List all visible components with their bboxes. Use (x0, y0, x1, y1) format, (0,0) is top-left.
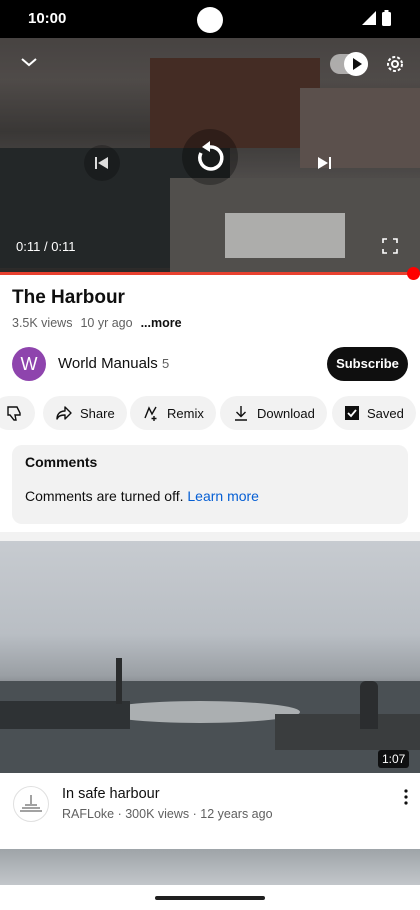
replay-button[interactable] (182, 129, 238, 185)
thumbnail-lighthouse (116, 658, 122, 704)
chevron-down-icon[interactable] (20, 56, 38, 68)
camera-cutout (197, 7, 223, 33)
video-title: The Harbour (12, 287, 125, 308)
remix-icon (144, 406, 157, 421)
recommended-video-title[interactable]: In safe harbour (62, 786, 160, 802)
video-meta[interactable]: 3.5K views 10 yr ago ...more (12, 316, 182, 330)
signal-icon (362, 11, 376, 25)
upload-age: 10 yr ago (80, 316, 133, 330)
saved-playlist-icon (345, 406, 359, 420)
share-label: Share (80, 405, 115, 421)
more-link[interactable]: ...more (141, 316, 182, 330)
more-vert-icon[interactable] (400, 788, 412, 806)
gear-icon[interactable] (384, 53, 406, 75)
comments-title: Comments (25, 454, 98, 470)
channel-avatar[interactable]: W (12, 347, 46, 381)
recommended-video-info[interactable]: In safe harbour RAFLoke · 300K views · 1… (0, 776, 420, 836)
channel-name[interactable]: World Manuals (58, 355, 158, 372)
progress-scrubber[interactable] (407, 267, 420, 280)
remix-label: Remix (167, 405, 204, 421)
gesture-handle[interactable] (155, 896, 265, 900)
thumbnail-pier (275, 714, 420, 750)
recommended-video-meta: RAFLoke · 300K views · 12 years ago (62, 807, 273, 821)
next-video-thumbnail[interactable] (0, 849, 420, 889)
download-label: Download (257, 405, 315, 421)
comments-off-text: Comments are turned off. (25, 488, 184, 504)
download-icon (235, 406, 247, 421)
time-current: 0:11 (16, 239, 41, 254)
thumbnail-pier (0, 701, 130, 729)
share-icon (56, 406, 72, 420)
saved-button[interactable]: Saved (332, 396, 416, 430)
thumbnail-waves (100, 701, 300, 723)
remix-button[interactable]: Remix (130, 396, 216, 430)
comments-card[interactable]: Comments Comments are turned off. Learn … (12, 445, 408, 524)
status-bar: 10:00 (0, 0, 420, 38)
comments-message: Comments are turned off. Learn more (25, 488, 259, 504)
recommended-video-thumbnail[interactable] (0, 541, 420, 773)
dislike-button[interactable] (0, 396, 35, 430)
channel-avatar[interactable] (13, 786, 49, 822)
view-count: 3.5K views (12, 316, 73, 330)
previous-icon[interactable] (84, 145, 120, 181)
fullscreen-icon[interactable] (382, 238, 398, 254)
thumbnail-person (360, 681, 378, 729)
download-button[interactable]: Download (220, 396, 327, 430)
battery-icon (382, 10, 391, 26)
autoplay-play-icon[interactable] (344, 52, 368, 76)
subscriber-count: 5 (162, 356, 170, 371)
learn-more-link[interactable]: Learn more (187, 488, 259, 504)
share-button[interactable]: Share (43, 396, 127, 430)
section-divider (0, 532, 420, 541)
video-player[interactable]: 0:11 / 0:11 (0, 38, 420, 272)
action-bar: Share Remix Download Saved (0, 396, 420, 430)
status-time: 10:00 (28, 10, 67, 27)
time-separator: / (40, 239, 52, 254)
saved-label: Saved (367, 405, 404, 421)
duration-badge: 1:07 (378, 750, 410, 768)
time-total: 0:11 (51, 239, 76, 254)
time-display: 0:11 / 0:11 (16, 239, 76, 254)
thumbs-down-icon (7, 406, 21, 421)
progress-bar[interactable] (0, 272, 420, 275)
subscribe-button[interactable]: Subscribe (327, 347, 408, 381)
channel-row[interactable]: W World Manuals 5 Subscribe (12, 346, 408, 382)
next-icon[interactable] (306, 145, 342, 181)
system-navigation-bar (0, 885, 420, 910)
